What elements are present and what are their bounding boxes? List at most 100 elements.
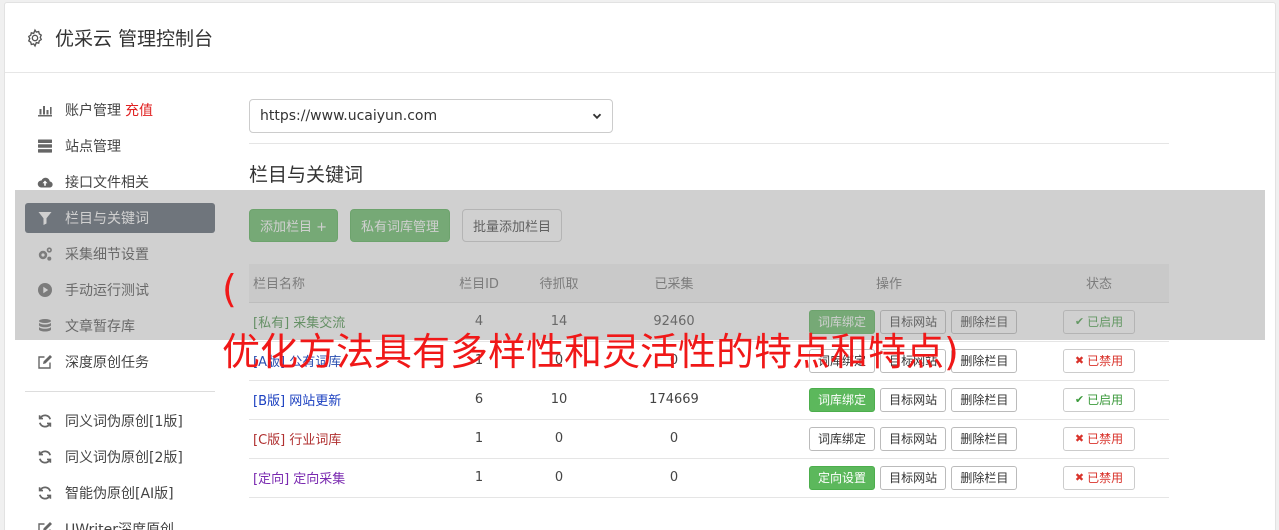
recharge-link[interactable]: 充值 <box>125 100 153 120</box>
column-tag: [C版] <box>253 433 286 448</box>
private-lib-button[interactable]: 私有词库管理 <box>350 209 451 242</box>
status-badge[interactable]: ✖ 已禁用 <box>1063 426 1135 451</box>
bind-lib-button[interactable]: 词库绑定 <box>809 426 876 451</box>
filter-icon <box>37 210 53 226</box>
collected-count: 0 <box>599 458 749 498</box>
column-id: 6 <box>439 380 519 420</box>
refresh-icon <box>37 413 53 429</box>
column-name: 采集交流 <box>293 316 346 331</box>
col-header-actions: 操作 <box>749 264 1029 303</box>
sidebar-item-label: 账户管理 <box>65 103 121 119</box>
status-badge[interactable]: ✔ 已启用 <box>1063 309 1135 334</box>
overlay-ad-text: 优化方法具有多样性和灵活性的特点和特点) <box>222 330 959 374</box>
delete-column-button[interactable]: 删除栏目 <box>951 426 1018 451</box>
sidebar-item-label: UWriter深度原创 <box>65 522 174 530</box>
sidebar-item-api-files[interactable]: 接口文件相关 <box>25 167 215 197</box>
main-content: https://www.ucaiyun.com 栏目与关键词 添加栏目 + 私有… <box>249 99 1169 498</box>
delete-column-button[interactable]: 删除栏目 <box>951 387 1018 412</box>
bind-lib-button[interactable]: 词库绑定 <box>809 387 876 412</box>
status-label: 已启用 <box>1087 393 1124 407</box>
site-select-value: https://www.ucaiyun.com <box>260 108 438 124</box>
column-name: 定向采集 <box>293 472 346 487</box>
sidebar-item-label: 站点管理 <box>65 139 121 155</box>
status-cell: ✖ 已禁用 <box>1029 458 1169 498</box>
sidebar-item-sites[interactable]: 站点管理 <box>25 131 215 161</box>
toolbar: 添加栏目 + 私有词库管理 批量添加栏目 <box>249 209 1169 242</box>
target-site-button[interactable]: 目标网站 <box>880 387 947 412</box>
col-header-status: 状态 <box>1029 264 1169 303</box>
gear-icon <box>27 28 43 47</box>
close-icon: ✖ <box>1074 354 1085 367</box>
collected-count: 0 <box>599 419 749 459</box>
actions-cell: 词库绑定 目标网站 删除栏目 <box>749 380 1029 420</box>
site-select[interactable]: https://www.ucaiyun.com <box>249 99 613 133</box>
sidebar-item-columns-keywords[interactable]: 栏目与关键词 <box>25 203 215 233</box>
column-tag: [定向] <box>253 472 290 487</box>
sidebar-item-label: 文章暂存库 <box>65 319 135 335</box>
table-row: [C版] 行业词库 1 0 0 词库绑定 目标网站 删除栏目 ✖ 已禁用 <box>249 419 1169 459</box>
sidebar-divider <box>25 391 215 392</box>
sidebar-item-label: 采集细节设置 <box>65 247 149 263</box>
sidebar-item-synonym-v2[interactable]: 同义词伪原创[2版] <box>25 442 215 472</box>
delete-column-button[interactable]: 删除栏目 <box>951 348 1018 373</box>
status-badge[interactable]: ✖ 已禁用 <box>1063 465 1135 490</box>
cogs-icon <box>37 246 53 262</box>
delete-column-button[interactable]: 删除栏目 <box>951 309 1018 334</box>
close-icon: ✖ <box>1074 432 1085 445</box>
column-name: 网站更新 <box>289 394 342 409</box>
chevron-down-icon <box>592 113 602 120</box>
sidebar-item-article-store[interactable]: 文章暂存库 <box>25 311 215 341</box>
sidebar-item-label: 同义词伪原创[2版] <box>65 450 183 466</box>
sidebar-item-collect-settings[interactable]: 采集细节设置 <box>25 239 215 269</box>
sidebar-item-uwriter[interactable]: UWriter深度原创 <box>25 514 215 530</box>
column-name-cell[interactable]: [定向] 定向采集 <box>249 458 439 498</box>
status-badge[interactable]: ✔ 已启用 <box>1063 387 1135 412</box>
check-icon: ✔ <box>1074 315 1085 328</box>
status-label: 已禁用 <box>1087 432 1124 446</box>
status-label: 已启用 <box>1087 315 1124 329</box>
col-header-pending: 待抓取 <box>519 264 599 303</box>
section-title: 栏目与关键词 <box>249 164 364 186</box>
delete-column-button[interactable]: 删除栏目 <box>951 465 1018 490</box>
add-column-button[interactable]: 添加栏目 + <box>249 209 339 242</box>
target-site-button[interactable]: 目标网站 <box>880 426 947 451</box>
pending-count: 0 <box>519 419 599 459</box>
panel-header: 优采云 管理控制台 <box>5 3 1275 73</box>
status-cell: ✔ 已启用 <box>1029 302 1169 342</box>
sidebar: 账户管理 充值 站点管理 接口文件相关 栏目与关键词 采集细节设置 手动运行测试… <box>25 95 215 530</box>
sidebar-item-label: 接口文件相关 <box>65 175 149 191</box>
console-panel: 优采云 管理控制台 账户管理 充值 站点管理 接口文件相关 栏目与关键词 采集细… <box>4 2 1276 530</box>
column-name: 行业词库 <box>289 433 342 448</box>
refresh-icon <box>37 449 53 465</box>
status-cell: ✖ 已禁用 <box>1029 419 1169 459</box>
edit-icon <box>37 354 53 370</box>
sidebar-item-deep-original[interactable]: 深度原创任务 <box>25 347 215 377</box>
columns-table: 栏目名称 栏目ID 待抓取 已采集 操作 状态 [私有] 采集交流 4 14 9246… <box>249 264 1169 498</box>
column-tag: [私有] <box>253 316 290 331</box>
status-cell: ✔ 已启用 <box>1029 380 1169 420</box>
sidebar-item-label: 智能伪原创[AI版] <box>65 486 174 502</box>
column-name-cell[interactable]: [C版] 行业词库 <box>249 419 439 459</box>
status-cell: ✖ 已禁用 <box>1029 341 1169 381</box>
column-id: 1 <box>439 419 519 459</box>
batch-add-column-button[interactable]: 批量添加栏目 <box>462 209 563 242</box>
status-badge[interactable]: ✖ 已禁用 <box>1063 348 1135 373</box>
column-name-cell[interactable]: [B版] 网站更新 <box>249 380 439 420</box>
pending-count: 0 <box>519 458 599 498</box>
sidebar-item-synonym-v1[interactable]: 同义词伪原创[1版] <box>25 406 215 436</box>
bind-lib-button[interactable]: 定向设置 <box>809 465 876 490</box>
page-title: 优采云 管理控制台 <box>55 28 214 50</box>
table-row: [B版] 网站更新 6 10 174669 词库绑定 目标网站 删除栏目 ✔ 已启用 <box>249 380 1169 420</box>
sidebar-item-account[interactable]: 账户管理 充值 <box>25 95 215 125</box>
cloud-upload-icon <box>37 174 53 190</box>
column-tag: [B版] <box>253 394 286 409</box>
server-icon <box>37 138 53 154</box>
sidebar-item-ai-rewrite[interactable]: 智能伪原创[AI版] <box>25 478 215 508</box>
sidebar-item-label: 深度原创任务 <box>65 355 149 371</box>
sidebar-item-manual-run[interactable]: 手动运行测试 <box>25 275 215 305</box>
divider <box>249 143 1169 144</box>
status-label: 已禁用 <box>1087 471 1124 485</box>
target-site-button[interactable]: 目标网站 <box>880 465 947 490</box>
close-icon: ✖ <box>1074 471 1085 484</box>
actions-cell: 词库绑定 目标网站 删除栏目 <box>749 419 1029 459</box>
